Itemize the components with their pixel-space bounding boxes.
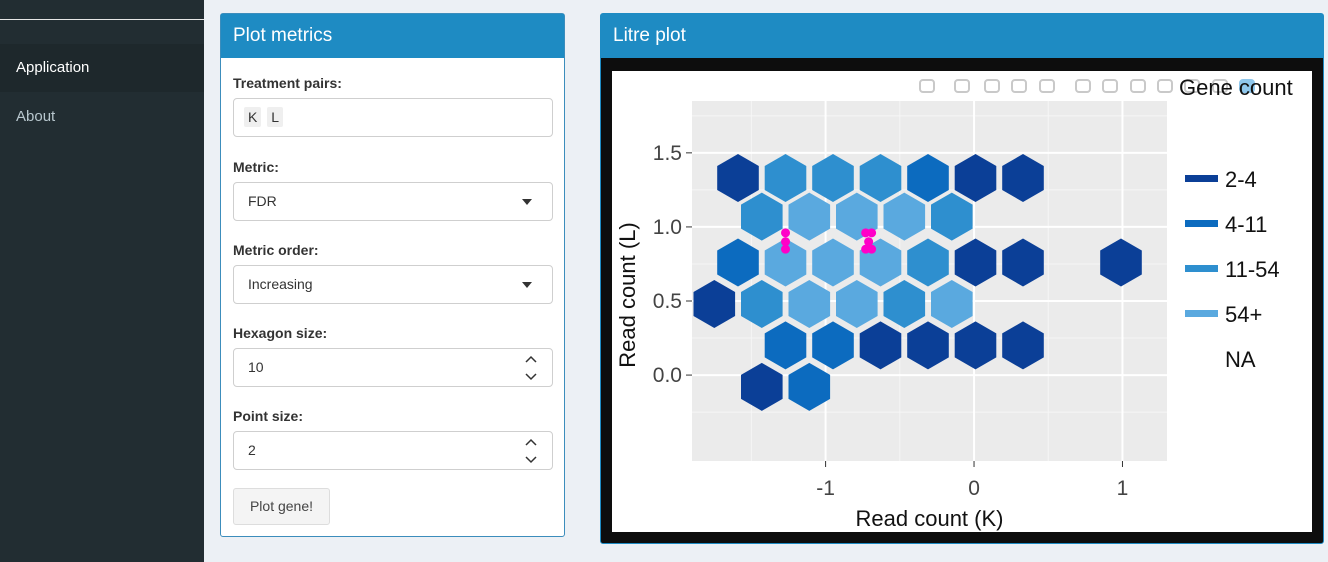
point-size-value: 2 — [248, 442, 256, 458]
zoom-icon[interactable] — [954, 79, 970, 93]
legend-swatch — [1185, 310, 1218, 317]
litre-plot-panel: Litre plot -1 0 1 0.0 0.5 1.0 1.5 Read count (K… — [600, 13, 1324, 544]
chevron-down-icon — [522, 199, 532, 205]
x-tick-label: -1 — [816, 477, 835, 500]
plot-metrics-panel: Plot metrics Treatment pairs: K L Metric… — [220, 13, 565, 537]
x-tick-label: 1 — [1117, 477, 1129, 500]
legend-label: 11-54 — [1225, 257, 1280, 282]
legend-label: 54+ — [1225, 302, 1262, 327]
x-tick-label: 0 — [968, 477, 980, 500]
x-axis-title: Read count (K) — [856, 506, 1004, 531]
legend-swatch — [1185, 175, 1218, 182]
camera-icon[interactable] — [919, 79, 935, 93]
gene-point — [781, 228, 791, 238]
legend-label: NA — [1225, 347, 1256, 372]
gene-point — [781, 244, 791, 254]
litre-plot-title: Litre plot — [601, 14, 1323, 58]
y-axis-title: Read count (L) — [615, 222, 640, 368]
chevron-down-icon — [522, 282, 532, 288]
hexagon-size-input[interactable]: 10 — [233, 348, 553, 387]
y-tick-label: 1.0 — [653, 216, 682, 239]
metric-order-select[interactable]: Increasing — [233, 265, 553, 304]
point-size-input[interactable]: 2 — [233, 431, 553, 470]
y-tick-label: 0.0 — [653, 364, 682, 387]
pan-icon[interactable] — [984, 79, 1000, 93]
number-stepper-icon[interactable] — [524, 436, 538, 466]
home-icon[interactable] — [1157, 79, 1173, 93]
metric-select[interactable]: FDR — [233, 182, 553, 221]
legend-swatch — [1185, 220, 1218, 227]
legend-label: 2-4 — [1225, 167, 1257, 192]
autoscale-icon[interactable] — [1130, 79, 1146, 93]
metric-order-label: Metric order: — [233, 242, 319, 258]
box-select-icon[interactable] — [1011, 79, 1027, 93]
metric-select-value: FDR — [248, 193, 277, 209]
zoom-out-icon[interactable] — [1102, 79, 1118, 93]
y-tick-label: 1.5 — [653, 142, 682, 165]
point-size-label: Point size: — [233, 408, 304, 424]
litre-plot-chart[interactable]: -1 0 1 0.0 0.5 1.0 1.5 Read count (K) Read count… — [612, 71, 1312, 532]
plot-area[interactable]: -1 0 1 0.0 0.5 1.0 1.5 Read count (K) Read count… — [612, 71, 1312, 532]
metric-order-value: Increasing — [248, 276, 313, 292]
treatment-pairs-input[interactable]: K L — [233, 98, 553, 137]
legend-title: Gene count — [1179, 75, 1293, 100]
legend-swatch — [1185, 265, 1218, 272]
plot-metrics-title: Plot metrics — [221, 14, 564, 58]
treatment-tag-l[interactable]: L — [267, 107, 284, 127]
legend-label: 4-11 — [1225, 212, 1267, 237]
sidebar-divider — [0, 19, 204, 20]
sidebar: Application About — [0, 0, 204, 562]
number-stepper-icon[interactable] — [524, 353, 538, 383]
sidebar-item-application[interactable]: Application — [0, 44, 204, 92]
treatment-pairs-label: Treatment pairs: — [233, 75, 342, 91]
gene-point — [867, 244, 877, 254]
sidebar-item-about[interactable]: About — [0, 93, 204, 141]
y-tick-label: 0.5 — [653, 290, 682, 313]
lasso-icon[interactable] — [1039, 79, 1055, 93]
treatment-tag-k[interactable]: K — [244, 107, 262, 127]
hexagon-size-value: 10 — [248, 359, 264, 375]
zoom-in-icon[interactable] — [1075, 79, 1091, 93]
metric-label: Metric: — [233, 159, 279, 175]
gene-point — [867, 228, 877, 238]
hexagon-size-label: Hexagon size: — [233, 325, 328, 341]
plot-gene-button[interactable]: Plot gene! — [233, 488, 330, 525]
